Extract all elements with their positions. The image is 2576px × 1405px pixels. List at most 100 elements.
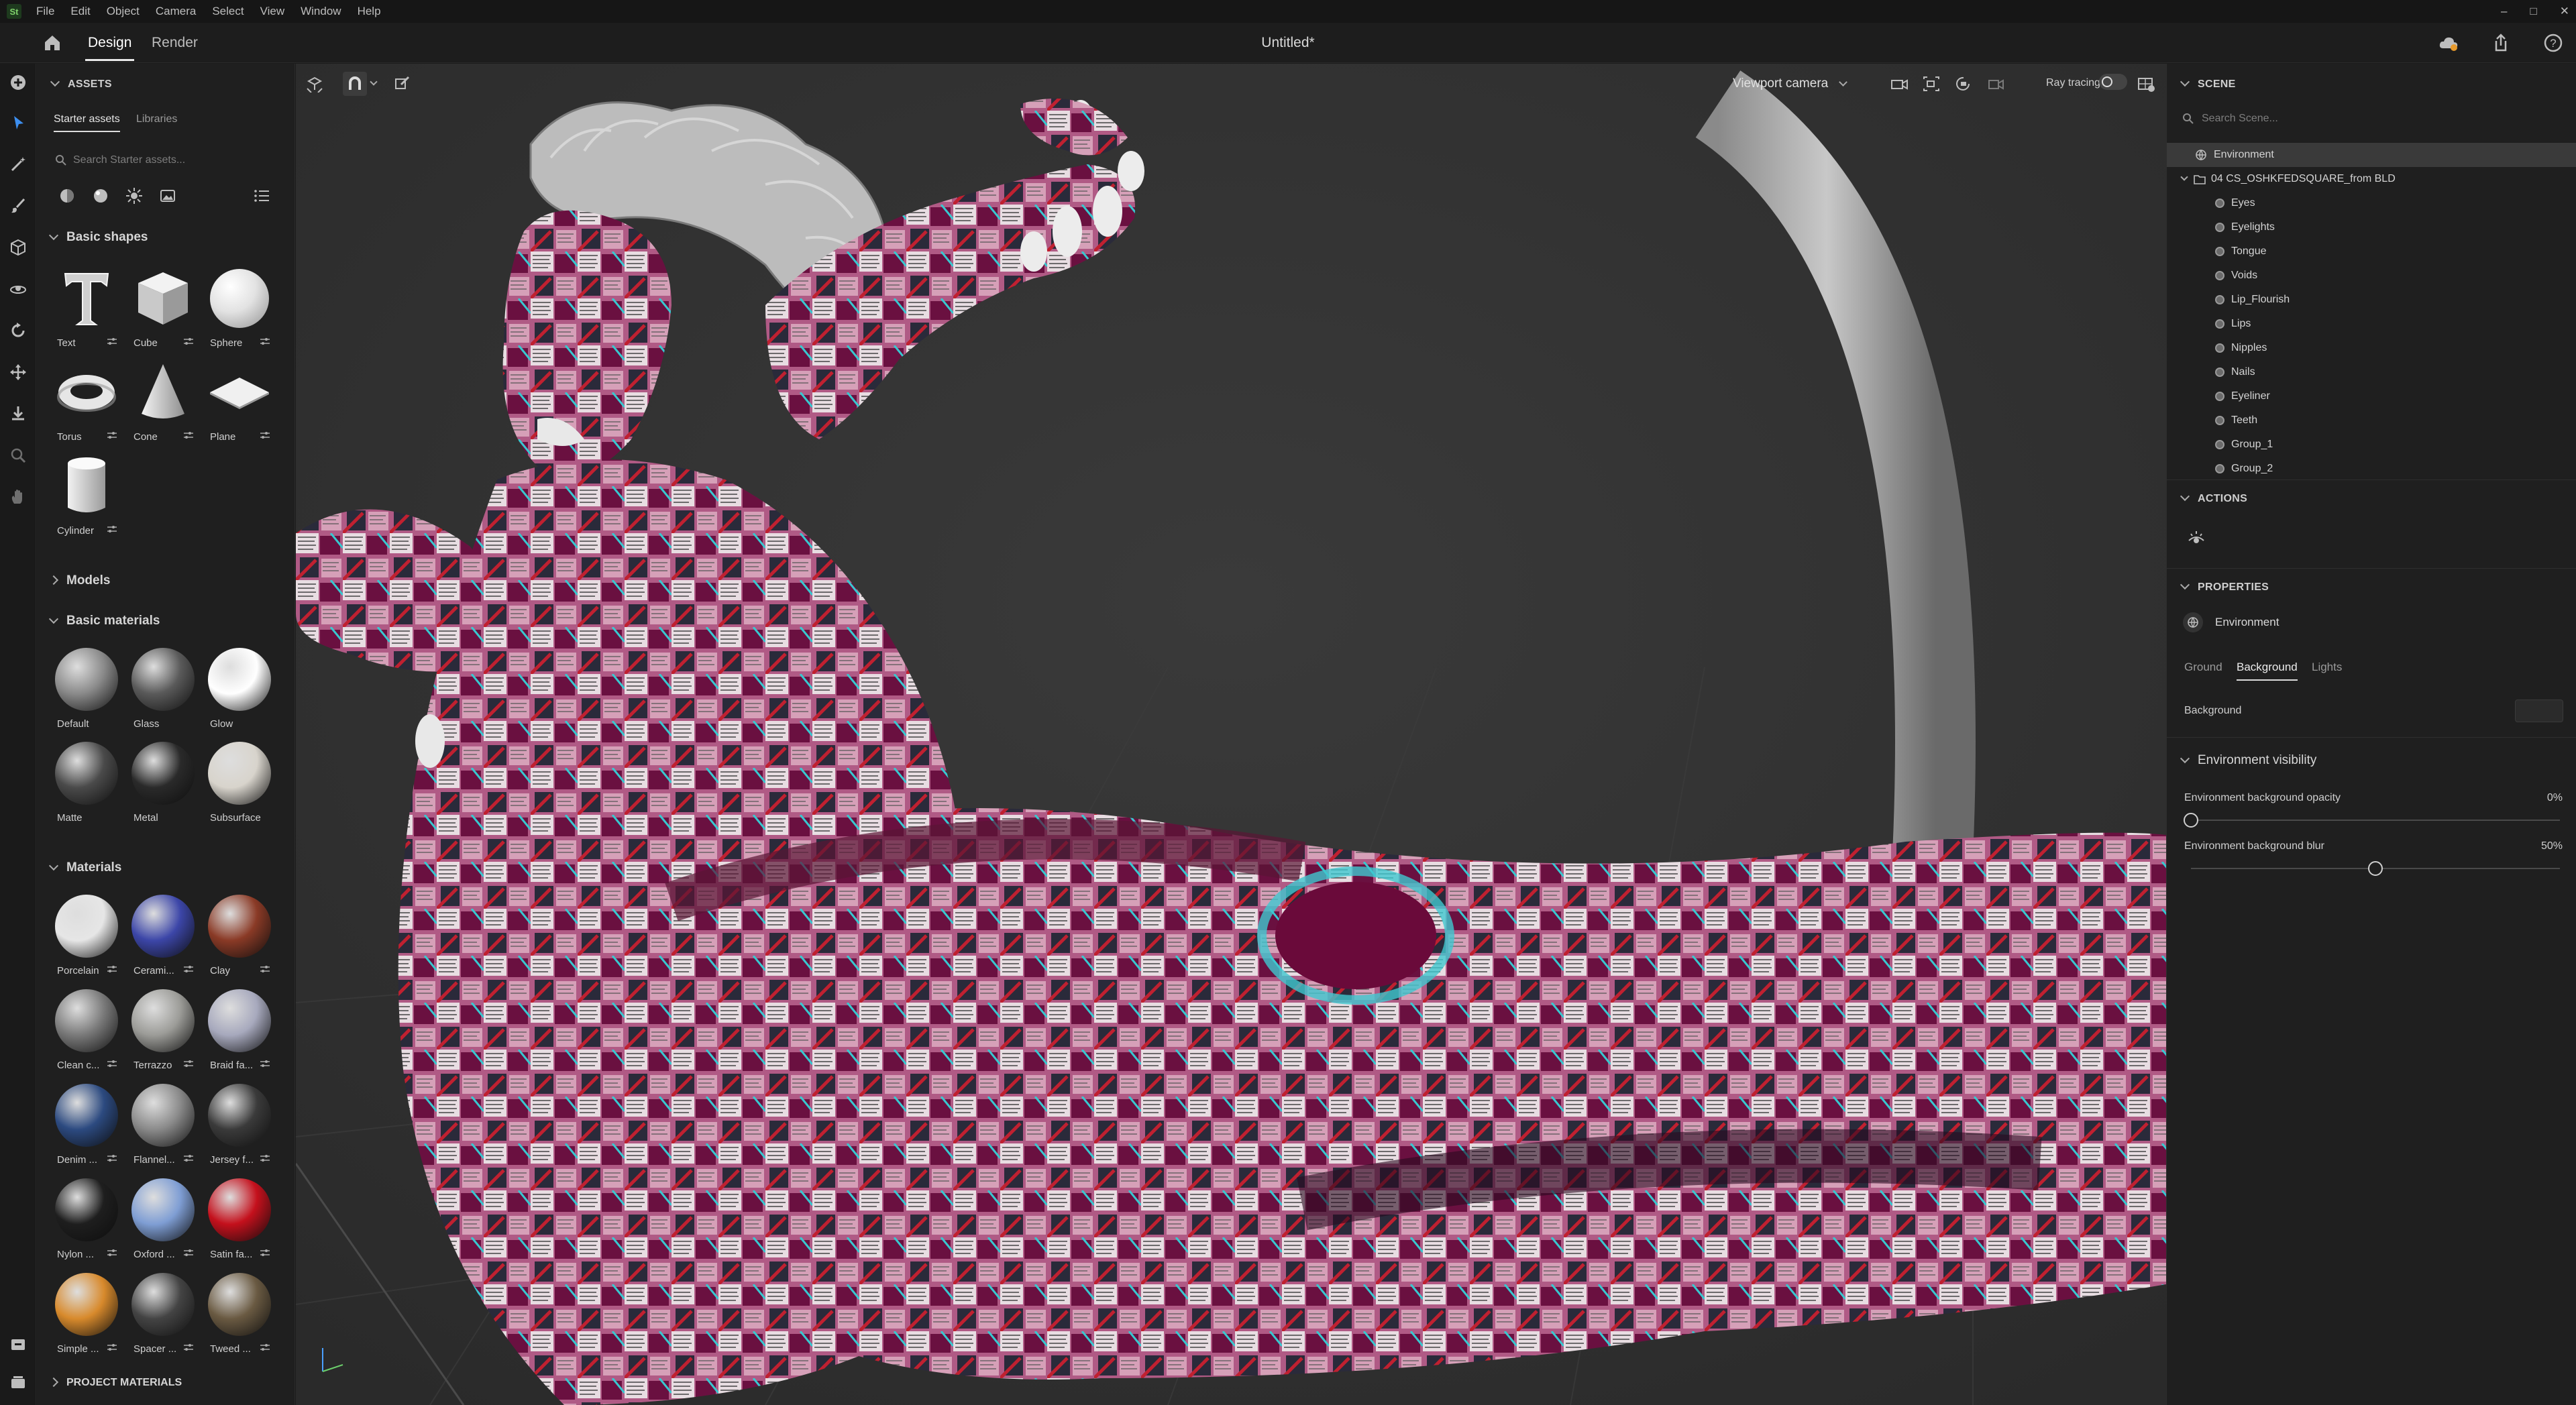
options-icon[interactable] bbox=[183, 1154, 194, 1162]
scene-item-environment[interactable]: Environment bbox=[2167, 143, 2576, 167]
scene-item-lip-flourish[interactable]: Lip_Flourish bbox=[2167, 288, 2576, 312]
paint-tool[interactable] bbox=[9, 196, 28, 215]
properties-header[interactable]: PROPERTIES bbox=[2180, 579, 2269, 594]
assets-toggle[interactable] bbox=[9, 1335, 28, 1354]
options-icon[interactable] bbox=[183, 965, 194, 973]
share-icon[interactable] bbox=[2490, 32, 2512, 54]
options-icon[interactable] bbox=[107, 525, 117, 533]
ray-tracing-toggle[interactable] bbox=[2099, 74, 2127, 90]
assets-header[interactable]: ASSETS bbox=[50, 76, 112, 91]
asset-tile-torus[interactable]: Torus bbox=[52, 357, 121, 446]
options-icon[interactable] bbox=[107, 1343, 117, 1351]
background-color-swatch[interactable] bbox=[2515, 699, 2563, 722]
asset-tile-cylinder[interactable]: Cylinder bbox=[52, 451, 121, 540]
menu-window[interactable]: Window bbox=[292, 5, 349, 18]
material-tile[interactable]: Nylon ... bbox=[52, 1175, 121, 1263]
material-tile[interactable]: Oxford ... bbox=[128, 1175, 198, 1263]
section-project-materials[interactable]: PROJECT MATERIALS bbox=[48, 1377, 182, 1389]
material-tile[interactable]: Jersey f... bbox=[205, 1080, 274, 1169]
tab-ground[interactable]: Ground bbox=[2184, 661, 2222, 674]
options-icon[interactable] bbox=[260, 1060, 270, 1068]
material-tile[interactable]: Spacer ... bbox=[128, 1270, 198, 1358]
scene-item-group-2[interactable]: Group_2 bbox=[2167, 457, 2576, 481]
dolly-tool[interactable] bbox=[9, 404, 28, 423]
minimize-button[interactable]: – bbox=[2501, 5, 2507, 18]
scene-item-nipples[interactable]: Nipples bbox=[2167, 336, 2576, 360]
menu-file[interactable]: File bbox=[28, 5, 62, 18]
add-tool[interactable] bbox=[9, 73, 28, 92]
material-tile[interactable]: Clay bbox=[205, 891, 274, 980]
options-icon[interactable] bbox=[107, 1060, 117, 1068]
select-tool[interactable] bbox=[9, 113, 28, 132]
opacity-slider-handle[interactable] bbox=[2184, 813, 2198, 828]
hand-tool[interactable] bbox=[9, 488, 28, 506]
options-icon[interactable] bbox=[107, 965, 117, 973]
material-tile[interactable]: Glow bbox=[205, 644, 274, 733]
rotate-tool[interactable] bbox=[9, 321, 28, 340]
assets-search-input[interactable]: Search Starter assets... bbox=[73, 154, 185, 166]
asset-tile-plane[interactable]: Plane bbox=[205, 357, 274, 446]
scene-item-nails[interactable]: Nails bbox=[2167, 360, 2576, 384]
camera-view-button[interactable] bbox=[1887, 72, 1911, 96]
scene-item-teeth[interactable]: Teeth bbox=[2167, 408, 2576, 433]
frame-button[interactable] bbox=[303, 72, 327, 96]
scene-search-input[interactable]: Search Scene... bbox=[2202, 113, 2278, 125]
options-icon[interactable] bbox=[260, 965, 270, 973]
menu-view[interactable]: View bbox=[252, 5, 293, 18]
action-button[interactable] bbox=[2183, 524, 2210, 551]
section-materials[interactable]: Materials bbox=[48, 860, 121, 875]
material-tile[interactable]: Flannel... bbox=[128, 1080, 198, 1169]
material-tile[interactable]: Subsurface bbox=[205, 738, 274, 827]
orbit-tool[interactable] bbox=[9, 280, 28, 298]
options-icon[interactable] bbox=[260, 431, 270, 439]
asset-tile-cone[interactable]: Cone bbox=[128, 357, 198, 446]
menu-object[interactable]: Object bbox=[99, 5, 148, 18]
scene-item-group-1[interactable]: Group_1 bbox=[2167, 433, 2576, 457]
cloud-sync-icon[interactable] bbox=[2438, 32, 2459, 54]
scene-item-eyeliner[interactable]: Eyeliner bbox=[2167, 384, 2576, 408]
tab-background[interactable]: Background bbox=[2237, 661, 2298, 681]
tab-render[interactable]: Render bbox=[152, 35, 198, 51]
material-tile[interactable]: Default bbox=[52, 644, 121, 733]
tab-starter-assets[interactable]: Starter assets bbox=[54, 113, 120, 132]
asset-tile-cube[interactable]: Cube bbox=[128, 264, 198, 352]
snap-options-dropdown[interactable] bbox=[367, 72, 380, 96]
camera-reset-button[interactable] bbox=[1951, 72, 1976, 96]
scene-item-eyelights[interactable]: Eyelights bbox=[2167, 215, 2576, 239]
layers-toggle[interactable] bbox=[9, 1373, 28, 1392]
material-tile[interactable]: Denim ... bbox=[52, 1080, 121, 1169]
options-icon[interactable] bbox=[260, 1154, 270, 1162]
options-icon[interactable] bbox=[107, 431, 117, 439]
options-icon[interactable] bbox=[260, 1343, 270, 1351]
env-visibility-header[interactable]: Environment visibility bbox=[2180, 753, 2316, 768]
section-basic-materials[interactable]: Basic materials bbox=[48, 614, 160, 628]
scene-search[interactable]: Search Scene... bbox=[2178, 105, 2567, 132]
asset-tile-sphere[interactable]: Sphere bbox=[205, 264, 274, 352]
opacity-slider-track[interactable] bbox=[2191, 820, 2560, 821]
scene-item-group[interactable]: 04 CS_OSHKFEDSQUARE_from BLD bbox=[2167, 167, 2576, 191]
filter-shapes-icon[interactable] bbox=[58, 187, 76, 205]
menu-help[interactable]: Help bbox=[350, 5, 389, 18]
section-basic-shapes[interactable]: Basic shapes bbox=[48, 230, 148, 245]
render-settings-button[interactable] bbox=[2134, 72, 2158, 96]
list-view-icon[interactable] bbox=[253, 187, 270, 205]
object-tool[interactable] bbox=[9, 238, 28, 257]
transform-button[interactable] bbox=[390, 72, 414, 96]
material-tile[interactable]: Cerami... bbox=[128, 891, 198, 980]
scene-item-voids[interactable]: Voids bbox=[2167, 264, 2576, 288]
scene-item-tongue[interactable]: Tongue bbox=[2167, 239, 2576, 264]
options-icon[interactable] bbox=[183, 337, 194, 345]
filter-images-icon[interactable] bbox=[159, 187, 176, 205]
options-icon[interactable] bbox=[183, 1060, 194, 1068]
options-icon[interactable] bbox=[183, 1343, 194, 1351]
asset-tile-text[interactable]: Text bbox=[52, 264, 121, 352]
blur-slider-handle[interactable] bbox=[2368, 861, 2383, 876]
scene-item-eyes[interactable]: Eyes bbox=[2167, 191, 2576, 215]
menu-edit[interactable]: Edit bbox=[62, 5, 98, 18]
zoom-tool[interactable] bbox=[9, 446, 28, 465]
actions-header[interactable]: ACTIONS bbox=[2180, 491, 2247, 505]
menu-select[interactable]: Select bbox=[204, 5, 252, 18]
material-tile[interactable]: Braid fa... bbox=[205, 986, 274, 1074]
help-icon[interactable]: ? bbox=[2542, 32, 2564, 54]
tab-design[interactable]: Design bbox=[85, 35, 135, 61]
